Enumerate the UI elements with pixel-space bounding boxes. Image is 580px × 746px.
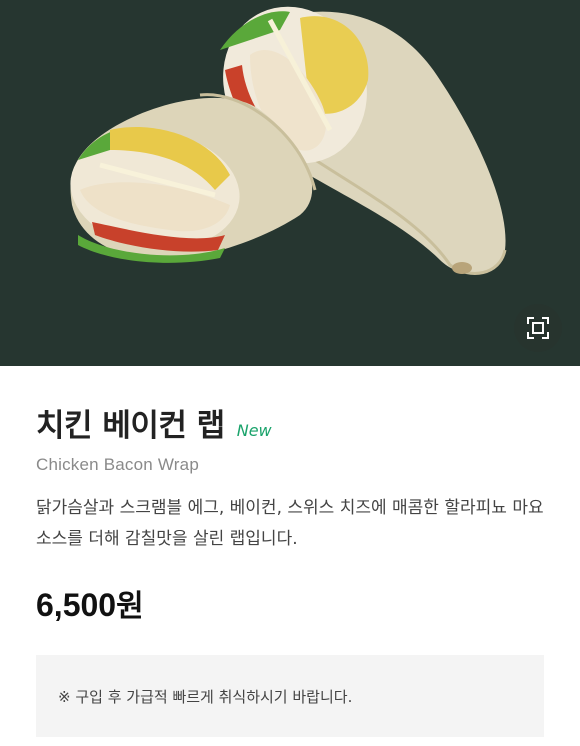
notice-text: ※ 구입 후 가급적 빠르게 취식하시기 바랍니다. [58,687,353,706]
expand-icon [527,317,549,339]
product-description: 닭가슴살과 스크램블 에그, 베이컨, 스위스 치즈에 매콤한 할라피뇨 마요 … [36,498,544,549]
new-badge: New [236,421,272,440]
product-subtitle: Chicken Bacon Wrap [36,455,199,474]
product-title: 치킨 베이컨 랩 [36,408,225,444]
product-image [0,0,580,366]
product-info: 치킨 베이컨 랩 New Chicken Bacon Wrap 닭가슴살과 스크… [0,400,580,737]
product-price: 6,500원 [36,581,544,625]
price-currency: 원 [116,589,144,624]
title-row: 치킨 베이컨 랩 New [36,400,544,445]
wrap-photo [70,6,507,275]
notice-box: ※ 구입 후 가급적 빠르게 취식하시기 바랍니다. [36,655,544,737]
price-value: 6,500 [36,587,117,623]
zoom-button[interactable] [514,304,562,352]
